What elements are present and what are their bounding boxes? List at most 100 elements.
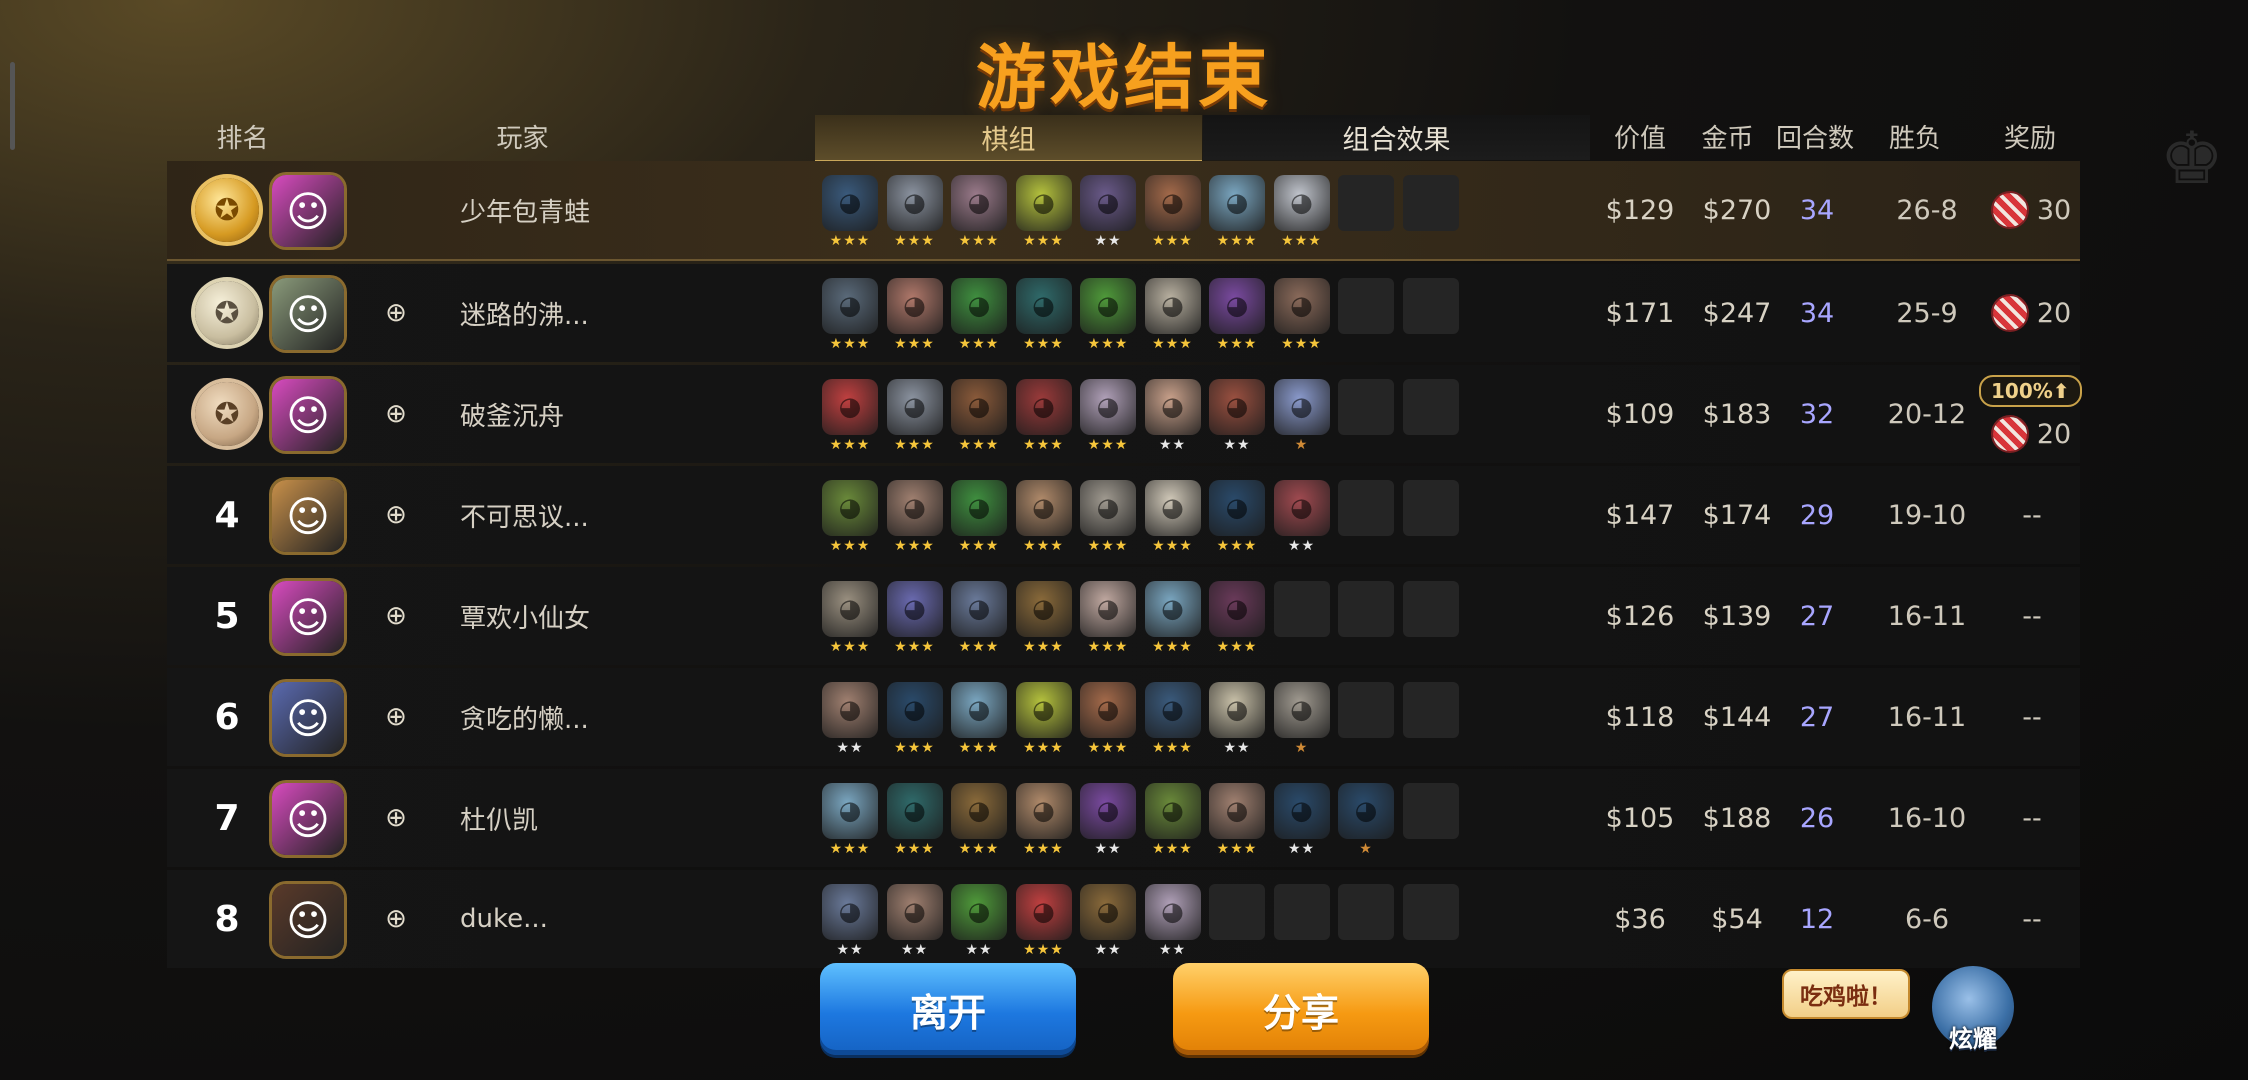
chess-piece[interactable]: ◕ ★★★ [1080, 480, 1136, 554]
chess-piece[interactable]: ◕ ★★★ [886, 480, 943, 554]
player-rounds: 34 [1799, 194, 1835, 226]
chess-piece[interactable]: ◕ ★★★ [1144, 175, 1201, 249]
player-winloss: 26-8 [1896, 194, 1958, 226]
add-friend-icon[interactable]: ⊕ [381, 904, 411, 934]
chess-piece[interactable]: ◕ ★★ [886, 884, 943, 958]
chess-piece[interactable]: ◕ ★★★ [822, 480, 878, 554]
chess-piece[interactable]: ◕ ★★ [1273, 783, 1330, 857]
chess-piece[interactable]: ◕ ★★★ [1144, 480, 1201, 554]
chess-piece[interactable]: ◕ ★★★ [886, 682, 943, 756]
add-friend-icon[interactable]: ⊕ [381, 298, 411, 328]
chess-piece[interactable]: ◕ ★★★ [1144, 682, 1201, 756]
tab-lineup[interactable]: 棋组 [815, 115, 1202, 163]
piece-portrait: ◕ [1015, 884, 1072, 940]
chess-piece[interactable]: ◕ ★★★ [1209, 175, 1265, 249]
chess-piece[interactable]: ◕ ★★★ [1144, 783, 1201, 857]
player-avatar[interactable]: ☺ [272, 783, 344, 855]
chess-piece[interactable]: ◕ ★★ [822, 682, 878, 756]
chess-piece[interactable]: ◕ ★★★ [822, 581, 878, 655]
chess-piece[interactable]: ◕ ★★★ [822, 783, 878, 857]
chess-piece[interactable]: ◕ ★★★ [1015, 783, 1072, 857]
piece-star-level: ★★★ [894, 740, 935, 756]
player-avatar[interactable]: ☺ [272, 682, 344, 754]
chess-piece[interactable]: ◕ ★★ [1144, 884, 1201, 958]
chess-piece[interactable]: ◕ ★★★ [886, 783, 943, 857]
player-avatar[interactable]: ☺ [272, 480, 344, 552]
empty-slot-box [1402, 783, 1459, 839]
piece-portrait: ◕ [1209, 480, 1265, 536]
show-off-mascot-button[interactable]: 炫耀 [1932, 966, 2014, 1053]
chess-piece[interactable]: ◕ ★★★ [1080, 581, 1136, 655]
chess-piece[interactable]: ◕ ★★★ [822, 379, 878, 453]
chess-piece[interactable]: ◕ ★★★ [1015, 278, 1072, 352]
chess-piece[interactable]: ◕ ★★★ [886, 175, 943, 249]
leave-button[interactable]: 离开 [820, 963, 1076, 1055]
chess-piece[interactable]: ◕ ★★★ [951, 682, 1007, 756]
chess-piece[interactable]: ◕ ★★★ [1273, 175, 1330, 249]
piece-portrait: ◕ [951, 581, 1007, 637]
chess-piece[interactable]: ◕ ★★★ [951, 379, 1007, 453]
chess-piece[interactable]: ◕ ★★ [1209, 682, 1265, 756]
chess-piece[interactable]: ◕ ★★★ [951, 175, 1007, 249]
chess-piece[interactable]: ◕ ★★★ [886, 379, 943, 453]
piece-portrait: ◕ [886, 379, 943, 435]
chess-piece[interactable]: ◕ ★★★ [1080, 379, 1136, 453]
candy-icon [1992, 296, 2027, 330]
chess-piece[interactable]: ◕ ★★ [1209, 379, 1265, 453]
chess-piece[interactable]: ◕ ★★★ [1015, 581, 1072, 655]
chess-piece[interactable]: ◕ ★★★ [1209, 480, 1265, 554]
chess-piece[interactable]: ◕ ★★ [1144, 379, 1201, 453]
chess-piece[interactable]: ◕ ★★★ [951, 581, 1007, 655]
chess-piece[interactable]: ◕ ★★★ [1015, 379, 1072, 453]
chess-piece[interactable]: ◕ ★★★ [1080, 682, 1136, 756]
chess-piece[interactable]: ◕ ★★★ [951, 783, 1007, 857]
chess-piece[interactable]: ◕ ★★★ [1209, 783, 1265, 857]
piece-portrait: ◕ [951, 278, 1007, 334]
chess-piece[interactable]: ◕ ★★★ [1144, 581, 1201, 655]
chess-piece[interactable]: ◕ ★★ [1080, 884, 1136, 958]
player-avatar[interactable]: ☺ [272, 379, 344, 451]
chess-piece[interactable]: ◕ ★★★ [1015, 682, 1072, 756]
chess-piece[interactable]: ◕ ★★ [1080, 175, 1136, 249]
chess-piece[interactable]: ◕ ★ [1273, 379, 1330, 453]
chess-piece[interactable]: ◕ ★★★ [1015, 175, 1072, 249]
chess-piece[interactable]: ◕ ★★★ [1144, 278, 1201, 352]
add-friend-icon[interactable]: ⊕ [381, 500, 411, 530]
chess-piece[interactable]: ◕ ★★ [822, 884, 878, 958]
chess-piece[interactable]: ◕ ★★★ [886, 278, 943, 352]
empty-slot-box [1338, 884, 1394, 940]
piece-portrait: ◕ [1144, 175, 1201, 231]
chess-piece[interactable]: ◕ ★★ [951, 884, 1007, 958]
piece-star-level: ★ [1294, 740, 1309, 756]
piece-star-level: ★★★ [1087, 437, 1129, 453]
rank-cell: ✪ [187, 365, 267, 463]
player-avatar[interactable]: ☺ [272, 278, 344, 350]
chess-piece[interactable]: ◕ ★★★ [886, 581, 943, 655]
rank-number: 5 [214, 595, 240, 637]
chess-piece[interactable]: ◕ ★★★ [951, 278, 1007, 352]
chess-piece[interactable]: ◕ ★★★ [1209, 278, 1265, 352]
piece-star-level: ★★★ [1216, 639, 1258, 655]
player-avatar[interactable]: ☺ [272, 581, 344, 653]
tab-synergy[interactable]: 组合效果 [1203, 115, 1590, 160]
piece-portrait: ◕ [1144, 379, 1201, 435]
chess-piece[interactable]: ◕ ★★★ [822, 175, 878, 249]
chess-piece[interactable]: ◕ ★★★ [1273, 278, 1330, 352]
chess-piece[interactable]: ◕ ★★ [1080, 783, 1136, 857]
share-button[interactable]: 分享 [1173, 963, 1429, 1055]
add-friend-icon[interactable]: ⊕ [381, 399, 411, 429]
chess-piece[interactable]: ◕ ★ [1273, 682, 1330, 756]
chess-piece[interactable]: ◕ ★★★ [951, 480, 1007, 554]
chess-piece[interactable]: ◕ ★ [1338, 783, 1394, 857]
chess-piece[interactable]: ◕ ★★★ [1015, 480, 1072, 554]
player-avatar[interactable]: ☺ [272, 175, 344, 247]
chess-piece[interactable]: ◕ ★★★ [1015, 884, 1072, 958]
add-friend-icon[interactable]: ⊕ [381, 803, 411, 833]
chess-piece[interactable]: ◕ ★★ [1273, 480, 1330, 554]
chess-piece[interactable]: ◕ ★★★ [1209, 581, 1265, 655]
chess-piece[interactable]: ◕ ★★★ [1080, 278, 1136, 352]
chess-piece[interactable]: ◕ ★★★ [822, 278, 878, 352]
add-friend-icon[interactable]: ⊕ [381, 702, 411, 732]
add-friend-icon[interactable]: ⊕ [381, 601, 411, 631]
player-avatar[interactable]: ☺ [272, 884, 344, 956]
